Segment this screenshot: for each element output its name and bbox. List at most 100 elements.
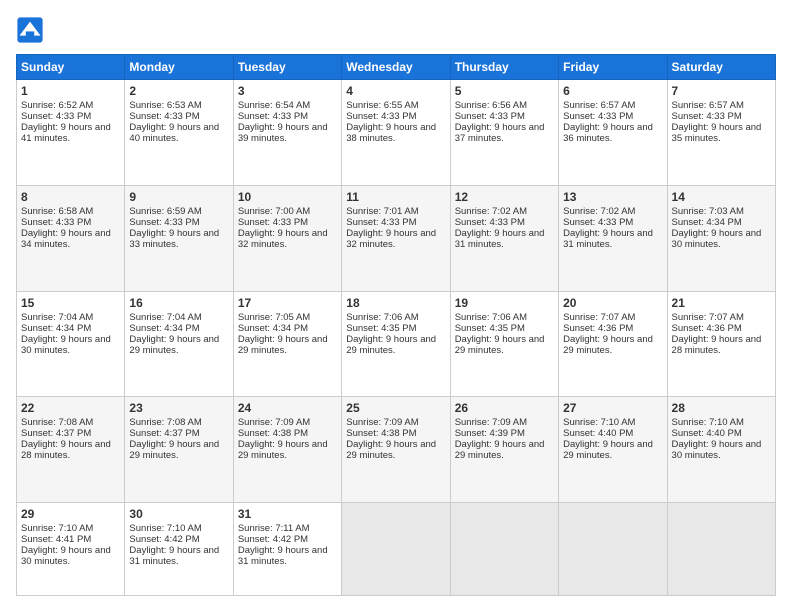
daylight-text: Daylight: 9 hours and 29 minutes. bbox=[563, 334, 653, 356]
sunrise-text: Sunrise: 7:04 AM bbox=[21, 312, 93, 323]
sunrise-text: Sunrise: 6:53 AM bbox=[129, 100, 201, 111]
sunrise-text: Sunrise: 7:01 AM bbox=[346, 206, 418, 217]
sunset-text: Sunset: 4:34 PM bbox=[129, 323, 199, 334]
page: SundayMondayTuesdayWednesdayThursdayFrid… bbox=[0, 0, 792, 612]
logo-icon bbox=[16, 16, 44, 44]
calendar-cell: 19Sunrise: 7:06 AMSunset: 4:35 PMDayligh… bbox=[450, 291, 558, 397]
sunrise-text: Sunrise: 7:10 AM bbox=[21, 523, 93, 534]
sunrise-text: Sunrise: 6:57 AM bbox=[672, 100, 744, 111]
daylight-text: Daylight: 9 hours and 31 minutes. bbox=[455, 228, 545, 250]
daylight-text: Daylight: 9 hours and 30 minutes. bbox=[21, 334, 111, 356]
sunrise-text: Sunrise: 7:08 AM bbox=[21, 417, 93, 428]
daylight-text: Daylight: 9 hours and 33 minutes. bbox=[129, 228, 219, 250]
calendar-cell: 8Sunrise: 6:58 AMSunset: 4:33 PMDaylight… bbox=[17, 185, 125, 291]
day-number: 10 bbox=[238, 190, 337, 204]
sunset-text: Sunset: 4:33 PM bbox=[129, 217, 199, 228]
day-number: 23 bbox=[129, 401, 228, 415]
daylight-text: Daylight: 9 hours and 28 minutes. bbox=[672, 334, 762, 356]
calendar-cell: 23Sunrise: 7:08 AMSunset: 4:37 PMDayligh… bbox=[125, 397, 233, 503]
calendar-cell: 25Sunrise: 7:09 AMSunset: 4:38 PMDayligh… bbox=[342, 397, 450, 503]
col-header-tuesday: Tuesday bbox=[233, 55, 341, 80]
sunset-text: Sunset: 4:34 PM bbox=[672, 217, 742, 228]
sunset-text: Sunset: 4:38 PM bbox=[238, 428, 308, 439]
daylight-text: Daylight: 9 hours and 30 minutes. bbox=[672, 439, 762, 461]
calendar-cell: 3Sunrise: 6:54 AMSunset: 4:33 PMDaylight… bbox=[233, 80, 341, 186]
calendar-cell: 7Sunrise: 6:57 AMSunset: 4:33 PMDaylight… bbox=[667, 80, 775, 186]
sunrise-text: Sunrise: 6:55 AM bbox=[346, 100, 418, 111]
sunset-text: Sunset: 4:33 PM bbox=[563, 111, 633, 122]
sunset-text: Sunset: 4:39 PM bbox=[455, 428, 525, 439]
sunrise-text: Sunrise: 7:02 AM bbox=[563, 206, 635, 217]
calendar-cell: 4Sunrise: 6:55 AMSunset: 4:33 PMDaylight… bbox=[342, 80, 450, 186]
calendar-cell: 14Sunrise: 7:03 AMSunset: 4:34 PMDayligh… bbox=[667, 185, 775, 291]
sunset-text: Sunset: 4:38 PM bbox=[346, 428, 416, 439]
sunset-text: Sunset: 4:33 PM bbox=[455, 111, 525, 122]
calendar-cell: 9 Sunrise: 6:59 AMSunset: 4:33 PMDaylight… bbox=[125, 185, 233, 291]
sunrise-text: Sunrise: 7:07 AM bbox=[563, 312, 635, 323]
sunset-text: Sunset: 4:37 PM bbox=[129, 428, 199, 439]
sunrise-text: Sunrise: 7:05 AM bbox=[238, 312, 310, 323]
sunset-text: Sunset: 4:34 PM bbox=[238, 323, 308, 334]
sunset-text: Sunset: 4:33 PM bbox=[346, 111, 416, 122]
sunset-text: Sunset: 4:40 PM bbox=[563, 428, 633, 439]
sunset-text: Sunset: 4:33 PM bbox=[455, 217, 525, 228]
daylight-text: Daylight: 9 hours and 41 minutes. bbox=[21, 122, 111, 144]
day-number: 28 bbox=[672, 401, 771, 415]
calendar-cell: 16Sunrise: 7:04 AMSunset: 4:34 PMDayligh… bbox=[125, 291, 233, 397]
daylight-text: Daylight: 9 hours and 32 minutes. bbox=[238, 228, 328, 250]
calendar-table: SundayMondayTuesdayWednesdayThursdayFrid… bbox=[16, 54, 776, 596]
calendar-cell: 5Sunrise: 6:56 AMSunset: 4:33 PMDaylight… bbox=[450, 80, 558, 186]
sunrise-text: Sunrise: 7:08 AM bbox=[129, 417, 201, 428]
day-number: 21 bbox=[672, 296, 771, 310]
daylight-text: Daylight: 9 hours and 39 minutes. bbox=[238, 122, 328, 144]
day-number: 3 bbox=[238, 84, 337, 98]
day-number: 20 bbox=[563, 296, 662, 310]
calendar-cell: 13 Sunrise: 7:02 AMSunset: 4:33 PMDayligh… bbox=[559, 185, 667, 291]
daylight-text: Daylight: 9 hours and 30 minutes. bbox=[672, 228, 762, 250]
sunset-text: Sunset: 4:33 PM bbox=[346, 217, 416, 228]
sunset-text: Sunset: 4:40 PM bbox=[672, 428, 742, 439]
col-header-monday: Monday bbox=[125, 55, 233, 80]
sunrise-text: Sunrise: 6:57 AM bbox=[563, 100, 635, 111]
calendar-cell: 1Sunrise: 6:52 AMSunset: 4:33 PMDaylight… bbox=[17, 80, 125, 186]
day-number: 17 bbox=[238, 296, 337, 310]
day-number: 19 bbox=[455, 296, 554, 310]
calendar-cell: 31Sunrise: 7:11 AMSunset: 4:42 PMDayligh… bbox=[233, 503, 341, 596]
calendar-cell: 24Sunrise: 7:09 AMSunset: 4:38 PMDayligh… bbox=[233, 397, 341, 503]
daylight-text: Daylight: 9 hours and 31 minutes. bbox=[129, 545, 219, 567]
daylight-text: Daylight: 9 hours and 40 minutes. bbox=[129, 122, 219, 144]
daylight-text: Daylight: 9 hours and 35 minutes. bbox=[672, 122, 762, 144]
daylight-text: Daylight: 9 hours and 32 minutes. bbox=[346, 228, 436, 250]
daylight-text: Daylight: 9 hours and 29 minutes. bbox=[238, 334, 328, 356]
col-header-wednesday: Wednesday bbox=[342, 55, 450, 80]
sunrise-text: Sunrise: 7:10 AM bbox=[672, 417, 744, 428]
sunset-text: Sunset: 4:42 PM bbox=[129, 534, 199, 545]
calendar-cell bbox=[342, 503, 450, 596]
day-number: 26 bbox=[455, 401, 554, 415]
day-number: 6 bbox=[563, 84, 662, 98]
day-number: 15 bbox=[21, 296, 120, 310]
sunset-text: Sunset: 4:34 PM bbox=[21, 323, 91, 334]
sunset-text: Sunset: 4:36 PM bbox=[672, 323, 742, 334]
col-header-thursday: Thursday bbox=[450, 55, 558, 80]
calendar-cell: 28 Sunrise: 7:10 AMSunset: 4:40 PMDayligh… bbox=[667, 397, 775, 503]
sunrise-text: Sunrise: 7:10 AM bbox=[129, 523, 201, 534]
daylight-text: Daylight: 9 hours and 38 minutes. bbox=[346, 122, 436, 144]
sunrise-text: Sunrise: 7:03 AM bbox=[672, 206, 744, 217]
sunrise-text: Sunrise: 7:09 AM bbox=[346, 417, 418, 428]
sunrise-text: Sunrise: 6:59 AM bbox=[129, 206, 201, 217]
daylight-text: Daylight: 9 hours and 31 minutes. bbox=[563, 228, 653, 250]
day-number: 25 bbox=[346, 401, 445, 415]
sunrise-text: Sunrise: 6:52 AM bbox=[21, 100, 93, 111]
sunrise-text: Sunrise: 7:11 AM bbox=[238, 523, 310, 534]
col-header-sunday: Sunday bbox=[17, 55, 125, 80]
sunset-text: Sunset: 4:33 PM bbox=[21, 111, 91, 122]
daylight-text: Daylight: 9 hours and 29 minutes. bbox=[455, 439, 545, 461]
calendar-cell bbox=[450, 503, 558, 596]
sunset-text: Sunset: 4:42 PM bbox=[238, 534, 308, 545]
day-number: 13 bbox=[563, 190, 662, 204]
calendar-cell: 29Sunrise: 7:10 AMSunset: 4:41 PMDayligh… bbox=[17, 503, 125, 596]
day-number: 9 bbox=[129, 190, 228, 204]
sunset-text: Sunset: 4:41 PM bbox=[21, 534, 91, 545]
sunset-text: Sunset: 4:33 PM bbox=[563, 217, 633, 228]
